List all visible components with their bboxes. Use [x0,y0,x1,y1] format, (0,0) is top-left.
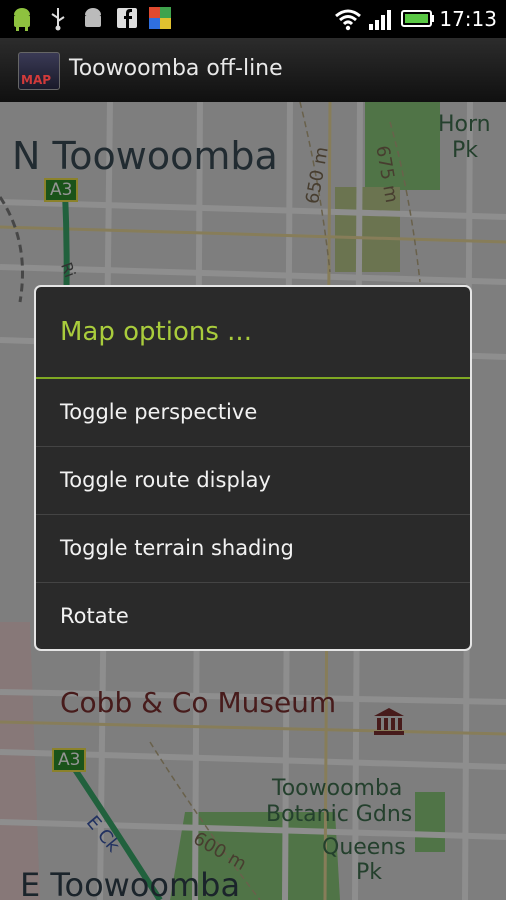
app-notification-icon [149,7,171,29]
wifi-icon [335,9,361,31]
app-title-bar: MAP Toowoomba off-line [0,38,506,103]
map-options-dialog: Map options ... Toggle perspective Toggl… [34,285,472,651]
clock: 17:13 [439,7,497,31]
menu-item-toggle-perspective[interactable]: Toggle perspective [36,379,470,446]
usb-icon [51,8,65,31]
facebook-icon [117,8,137,28]
android-debug-icon [85,8,101,27]
app-icon-text: MAP [21,73,52,87]
menu-item-toggle-terrain-shading[interactable]: Toggle terrain shading [36,515,470,582]
battery-icon [401,10,434,27]
app-title: Toowoomba off-line [69,56,283,81]
status-bar: 17:13 [0,0,506,38]
app-icon: MAP [18,52,60,90]
menu-item-toggle-route-display[interactable]: Toggle route display [36,447,470,514]
android-icon [14,8,30,31]
menu-item-rotate[interactable]: Rotate [36,583,470,649]
signal-icon [369,10,391,30]
dialog-title: Map options ... [60,317,252,347]
